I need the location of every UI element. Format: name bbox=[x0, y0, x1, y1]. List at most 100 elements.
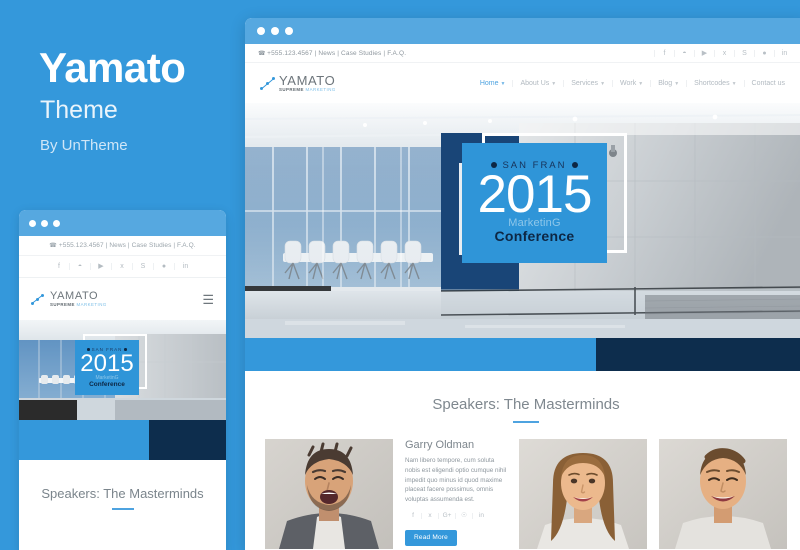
logo-tagline-light: MARKETING bbox=[305, 86, 336, 92]
mobile-hero: SAN FRAN 2015 MarketinG Conference bbox=[19, 320, 226, 420]
color-bar-blue bbox=[245, 338, 597, 371]
mobile-badge-year: 2015 bbox=[80, 350, 134, 377]
portrait-man-smiling bbox=[659, 439, 787, 549]
nav-item-shortcodes[interactable]: Shortcodes ▼ bbox=[686, 79, 743, 87]
main-navigation: Home ▼ About Us ▼ Services ▼ Work ▼ Blog ▼ Sh… bbox=[473, 79, 792, 87]
promo-author: By UnTheme bbox=[40, 137, 128, 154]
mobile-social-row: f ◓ ▶ x S ● in bbox=[19, 256, 226, 278]
mobile-browser-chrome bbox=[19, 210, 226, 236]
skype-icon[interactable]: S bbox=[734, 49, 754, 57]
nav-item-about-us[interactable]: About Us ▼ bbox=[512, 79, 563, 87]
facebook-icon[interactable]: f bbox=[49, 263, 70, 270]
site-topbar: ☎ +555.123.4567 | News | Case Studies | F… bbox=[245, 44, 800, 63]
pinterest-icon[interactable]: ☉ bbox=[456, 512, 473, 520]
chevron-down-icon: ▼ bbox=[500, 80, 506, 87]
portrait-woman-smiling bbox=[519, 439, 647, 549]
speakers-title: Speakers: The Masterminds bbox=[432, 396, 620, 413]
logo-name: YAMATO bbox=[50, 289, 99, 302]
promo-title: Yamato bbox=[39, 44, 186, 91]
logo-mark-icon bbox=[31, 293, 47, 306]
mobile-topbar-text: +555.123.4567 | News | Case Studies | F.… bbox=[58, 242, 196, 249]
site-logo[interactable]: YAMATO SUPREME MARKETING bbox=[260, 74, 336, 92]
speaker-card bbox=[265, 439, 393, 549]
mobile-header: YAMATO SUPREME MARKETING ☰ bbox=[19, 278, 226, 320]
nav-item-home[interactable]: Home ▼ bbox=[473, 80, 513, 87]
speaker-card bbox=[659, 439, 787, 549]
logo-name: YAMATO bbox=[279, 72, 336, 88]
mobile-logo[interactable]: YAMATO SUPREME MARKETING bbox=[31, 289, 107, 307]
window-dot-maximize-icon[interactable] bbox=[285, 27, 293, 35]
chevron-down-icon: ▼ bbox=[600, 80, 606, 87]
rss-icon[interactable]: ◓ bbox=[674, 49, 694, 57]
mobile-topbar: ☎ +555.123.4567 | News | Case Studies | … bbox=[19, 236, 226, 256]
youtube-icon[interactable]: ▶ bbox=[91, 263, 112, 270]
speaker-info: Garry Oldman Nam libero tempore, cum sol… bbox=[405, 439, 507, 549]
mobile-hero-badge: SAN FRAN 2015 MarketinG Conference bbox=[75, 340, 139, 395]
hero-color-bars bbox=[245, 338, 800, 371]
hamburger-icon[interactable]: ☰ bbox=[202, 293, 214, 306]
youtube-icon[interactable]: ▶ bbox=[694, 49, 714, 57]
twitter-icon[interactable]: x bbox=[714, 49, 734, 57]
hero-year: 2015 bbox=[477, 164, 593, 224]
topbar-contact: ☎ +555.123.4567 | News | Case Studies | F… bbox=[258, 50, 406, 57]
twitter-icon[interactable]: x bbox=[112, 263, 133, 270]
speakers-list: Garry Oldman Nam libero tempore, cum sol… bbox=[245, 423, 800, 549]
speaker-photo-1 bbox=[265, 439, 393, 549]
speaker-bio: Nam libero tempore, cum soluta nobis est… bbox=[405, 457, 507, 503]
facebook-icon[interactable]: f bbox=[654, 49, 674, 57]
phone-icon: ☎ bbox=[49, 243, 57, 249]
window-dot-maximize-icon[interactable] bbox=[53, 219, 60, 227]
hero-conference: Conference bbox=[494, 228, 575, 245]
nav-item-blog[interactable]: Blog ▼ bbox=[650, 79, 686, 87]
logo-tagline-light: MARKETING bbox=[76, 301, 107, 307]
google-plus-icon[interactable]: G+ bbox=[439, 512, 456, 520]
nav-item-contact-us[interactable]: Contact us bbox=[743, 79, 792, 87]
mobile-color-bars bbox=[19, 420, 226, 460]
phone-icon: ☎ bbox=[258, 50, 266, 57]
mobile-bar-blue bbox=[19, 420, 150, 460]
chevron-down-icon: ▼ bbox=[674, 80, 680, 87]
dribbble-icon[interactable]: ● bbox=[754, 49, 774, 57]
speaker-card bbox=[519, 439, 647, 549]
chevron-down-icon: ▼ bbox=[551, 80, 557, 87]
site-navbar: YAMATO SUPREME MARKETING Home ▼ About Us ▼… bbox=[245, 63, 800, 103]
speaker-photo-3 bbox=[659, 439, 787, 549]
chevron-down-icon: ▼ bbox=[731, 80, 737, 87]
hero-banner: SAN FRAN 2015 MarketinG Conference bbox=[245, 103, 800, 338]
window-dot-close-icon[interactable] bbox=[29, 219, 36, 227]
mobile-preview-panel: ☎ +555.123.4567 | News | Case Studies | … bbox=[19, 210, 226, 550]
twitter-icon[interactable]: x bbox=[422, 512, 439, 520]
topbar-text: +555.123.4567 | News | Case Studies | F.… bbox=[267, 49, 407, 57]
logo-mark-icon bbox=[260, 76, 276, 90]
chevron-down-icon: ▼ bbox=[638, 80, 644, 87]
window-dot-minimize-icon[interactable] bbox=[41, 219, 48, 227]
logo-tagline-bold: SUPREME bbox=[50, 301, 75, 307]
linkedin-icon[interactable]: in bbox=[473, 512, 490, 520]
promo-subtitle: Theme bbox=[40, 96, 118, 124]
linkedin-icon[interactable]: in bbox=[774, 49, 794, 57]
nav-item-work[interactable]: Work ▼ bbox=[612, 79, 650, 87]
mobile-badge-conference: Conference bbox=[89, 381, 125, 388]
window-dot-minimize-icon[interactable] bbox=[271, 27, 279, 35]
mobile-title-underline bbox=[111, 508, 134, 510]
portrait-man-laughing bbox=[265, 439, 393, 549]
mobile-speakers-title: Speakers: The Masterminds bbox=[41, 486, 204, 501]
speakers-heading: Speakers: The Masterminds bbox=[245, 371, 800, 423]
rss-icon[interactable]: ◓ bbox=[70, 263, 91, 270]
dribbble-icon[interactable]: ● bbox=[154, 263, 175, 270]
skype-icon[interactable]: S bbox=[133, 263, 154, 270]
browser-chrome bbox=[245, 18, 800, 44]
speaker-name: Garry Oldman bbox=[405, 439, 475, 451]
mobile-speakers-heading: Speakers: The Masterminds bbox=[19, 460, 226, 510]
read-more-button[interactable]: Read More bbox=[405, 529, 457, 546]
window-dot-close-icon[interactable] bbox=[257, 27, 265, 35]
topbar-social-links: f ◓ ▶ x S ● in bbox=[654, 49, 794, 57]
speaker-photo-2 bbox=[519, 439, 647, 549]
desktop-browser-window: ☎ +555.123.4567 | News | Case Studies | F… bbox=[245, 18, 800, 550]
speaker-social-links: f x G+ ☉ in bbox=[405, 512, 507, 520]
color-bar-navy bbox=[596, 338, 800, 371]
facebook-icon[interactable]: f bbox=[405, 512, 422, 520]
nav-item-services[interactable]: Services ▼ bbox=[563, 79, 612, 87]
linkedin-icon[interactable]: in bbox=[175, 263, 196, 270]
logo-tagline-bold: SUPREME bbox=[279, 86, 304, 92]
